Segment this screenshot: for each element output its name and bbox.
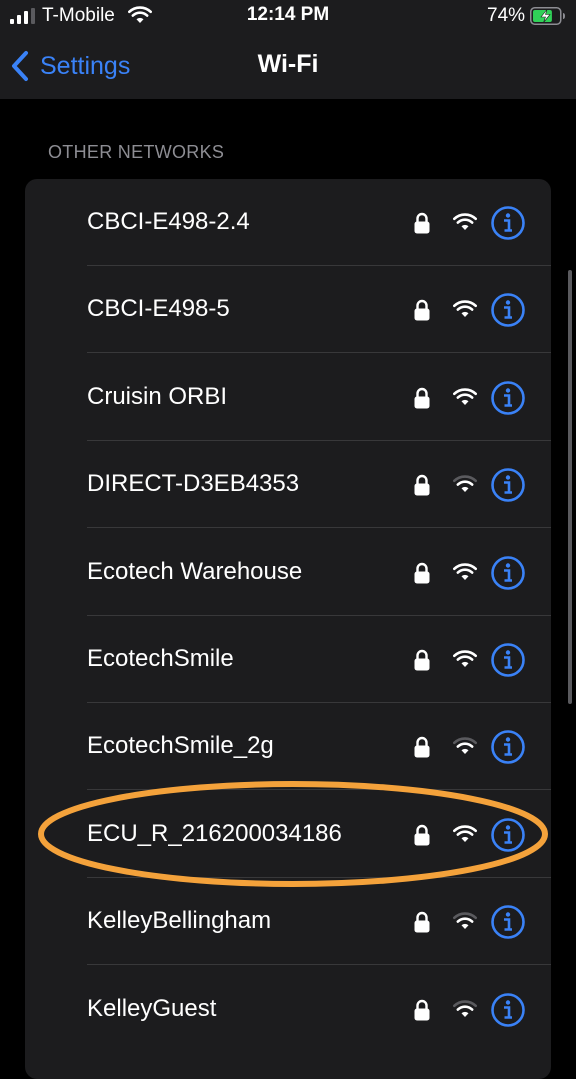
info-icon[interactable] — [490, 817, 526, 853]
network-name: ECU_R_216200034186 — [87, 819, 342, 847]
lock-icon — [414, 475, 430, 496]
network-list: CBCI-E498-2.4 CBCI-E498-5 Cruisin ORBI DIRE… — [25, 179, 551, 1079]
network-name: KelleyBellingham — [87, 907, 272, 935]
info-icon[interactable] — [490, 467, 526, 503]
info-icon[interactable] — [490, 205, 526, 241]
section-header: OTHER NETWORKS — [48, 142, 225, 162]
lock-icon — [414, 912, 430, 933]
wifi-signal-icon — [453, 650, 477, 667]
network-row[interactable]: DIRECT-D3EB4353 — [25, 441, 551, 529]
network-name: Ecotech Warehouse — [87, 557, 303, 585]
network-name: EcotechSmile — [87, 645, 234, 672]
lock-icon — [414, 649, 430, 671]
lock-icon — [414, 999, 430, 1021]
wifi-signal-icon — [453, 999, 477, 1017]
info-icon[interactable] — [490, 292, 526, 328]
lock-icon — [414, 212, 430, 234]
info-icon[interactable] — [490, 555, 526, 591]
network-name: KelleyGuest — [87, 994, 217, 1022]
battery-charging-icon — [530, 7, 565, 25]
top-bar: T-Mobile 12:14 PM 74% Settings Wi-Fi — [0, 0, 576, 99]
network-row[interactable]: EcotechSmile — [25, 616, 551, 703]
info-icon[interactable] — [490, 380, 526, 416]
network-row[interactable]: ECU_R_216200034186 — [25, 791, 551, 878]
wifi-signal-icon — [453, 562, 477, 580]
network-row[interactable]: KelleyGuest — [25, 966, 551, 1053]
network-name: CBCI-E498-2.4 — [87, 208, 250, 235]
lock-icon — [414, 387, 430, 409]
info-icon[interactable] — [490, 992, 526, 1028]
battery-percent: 74% — [487, 5, 526, 26]
wifi-signal-icon — [453, 388, 477, 405]
network-name: DIRECT-D3EB4353 — [87, 470, 300, 498]
network-row[interactable]: Cruisin ORBI — [25, 354, 551, 441]
lock-icon — [414, 737, 430, 758]
info-icon[interactable] — [490, 729, 526, 765]
network-name: Cruisin ORBI — [87, 382, 228, 410]
wifi-signal-icon — [453, 475, 477, 493]
network-name: EcotechSmile_2g — [87, 732, 274, 760]
wifi-signal-icon — [453, 300, 477, 318]
wifi-signal-icon — [453, 825, 477, 842]
info-icon[interactable] — [490, 904, 526, 940]
navigation-bar: Settings Wi-Fi — [0, 34, 576, 99]
info-icon[interactable] — [490, 642, 526, 678]
lock-icon — [414, 562, 430, 584]
page-title: Wi-Fi — [257, 50, 319, 78]
network-row[interactable]: Ecotech Warehouse — [25, 529, 551, 616]
wifi-signal-icon — [453, 912, 477, 930]
network-row[interactable]: CBCI-E498-5 — [25, 266, 551, 354]
wifi-signal-icon — [453, 213, 477, 230]
network-row[interactable]: CBCI-E498-2.4 — [25, 179, 551, 266]
status-bar: T-Mobile 12:14 PM 74% — [0, 0, 576, 34]
lock-icon — [414, 300, 430, 321]
network-row[interactable]: EcotechSmile_2g — [25, 703, 551, 791]
scrollbar[interactable] — [568, 270, 572, 704]
lock-icon — [414, 824, 430, 846]
network-row[interactable]: KelleyBellingham — [25, 878, 551, 966]
network-name: CBCI-E498-5 — [87, 295, 230, 323]
wifi-signal-icon — [453, 737, 477, 755]
